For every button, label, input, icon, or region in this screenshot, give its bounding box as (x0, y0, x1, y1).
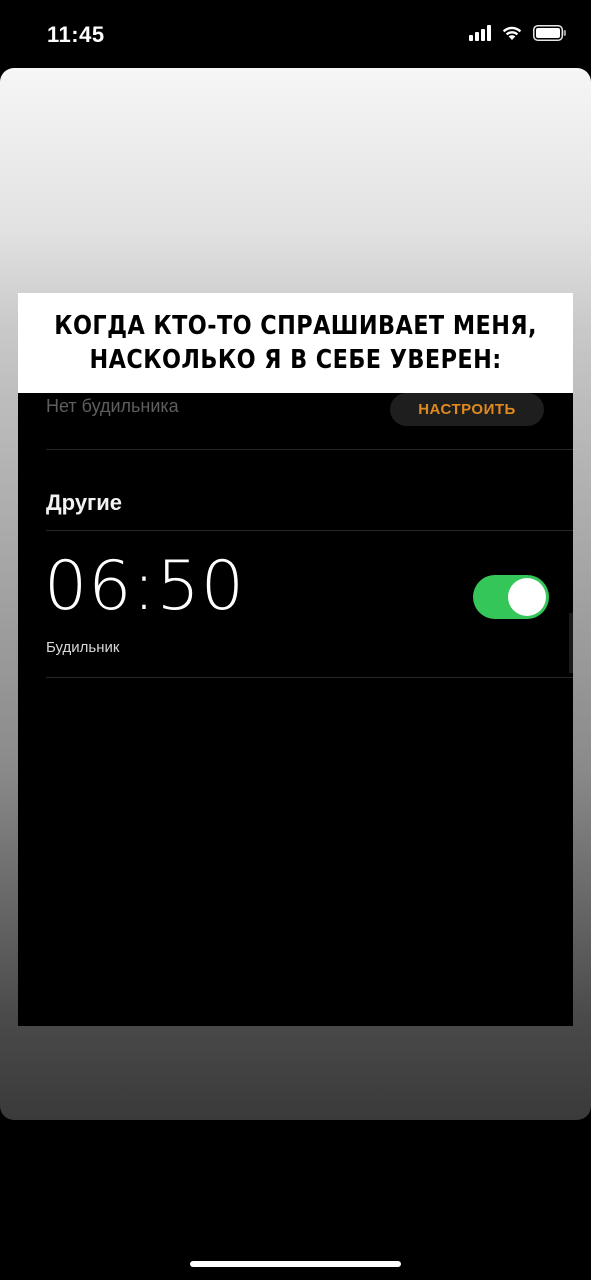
wifi-icon (501, 25, 523, 46)
alarm-label: Будильник (46, 639, 120, 656)
section-header-other: Другие (46, 490, 122, 515)
no-alarm-label: Нет будильника (46, 396, 179, 416)
image-viewer-card[interactable]: КОГДА КТО-ТО СПРАШИВАЕТ МЕНЯ, НАСКОЛЬКО … (0, 68, 591, 1120)
meme-caption: КОГДА КТО-ТО СПРАШИВАЕТ МЕНЯ, НАСКОЛЬКО … (18, 293, 573, 393)
alarm-toggle (473, 575, 549, 619)
status-time: 11:45 (47, 22, 105, 47)
meme-caption-line1: КОГДА КТО-ТО СПРАШИВАЕТ МЕНЯ, (54, 311, 537, 341)
divider (46, 530, 573, 531)
status-bar: 11:45 (0, 0, 591, 70)
meme-image: КОГДА КТО-ТО СПРАШИВАЕТ МЕНЯ, НАСКОЛЬКО … (18, 293, 573, 1026)
battery-icon (533, 25, 567, 46)
divider (46, 677, 573, 678)
status-icons (469, 25, 567, 46)
setup-button: НАСТРОИТЬ (390, 393, 544, 426)
cellular-signal-icon (469, 25, 491, 46)
home-indicator[interactable] (190, 1261, 401, 1267)
meme-caption-line2: НАСКОЛЬКО Я В СЕБЕ УВЕРЕН: (89, 345, 502, 375)
toggle-knob (508, 578, 546, 616)
divider (46, 449, 573, 450)
alarm-time: 06:50 (44, 547, 245, 626)
screen-edge (569, 613, 573, 673)
alarm-screenshot: Нет будильника НАСТРОИТЬ Другие 06:50 Бу… (18, 393, 573, 1026)
